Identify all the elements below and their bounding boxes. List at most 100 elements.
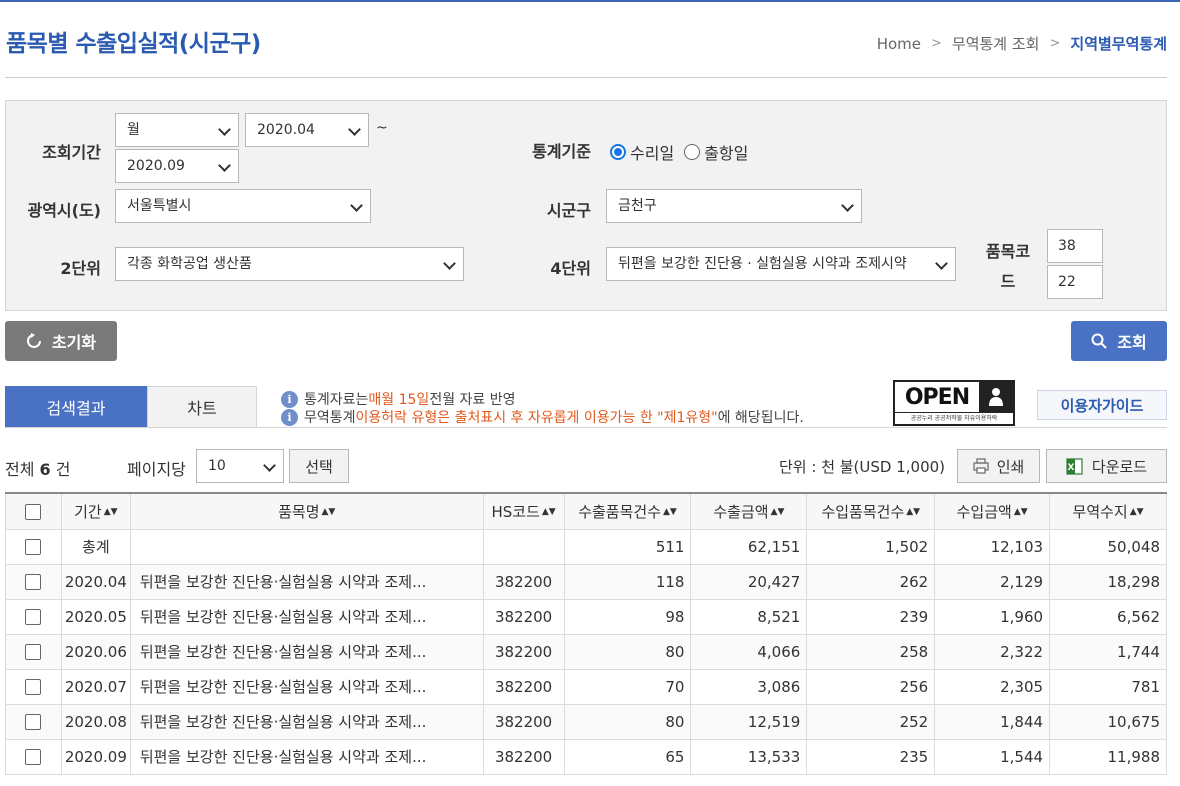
- table-cell[interactable]: 뒤편을 보강한 진단용·실험실용 시약과 조제...: [129, 703, 484, 740]
- select-button[interactable]: 선택: [289, 449, 349, 483]
- code-label: 품목코드: [985, 242, 1031, 291]
- table-cell: 12,103: [934, 528, 1051, 565]
- col-period[interactable]: 기간 ▲▼: [60, 492, 131, 530]
- user-guide-button[interactable]: 이용자가이드: [1037, 390, 1167, 420]
- breadcrumb-trade-stats[interactable]: 무역통계 조회: [952, 33, 1040, 54]
- info-icon: i: [281, 408, 298, 426]
- col-export-amount[interactable]: 수출금액 ▲▼: [690, 492, 808, 530]
- table-cell[interactable]: [129, 528, 484, 565]
- chevron-down-icon: [841, 199, 854, 212]
- row-checkbox[interactable]: [25, 609, 42, 625]
- breadcrumb-current[interactable]: 지역별무역통계: [1070, 33, 1167, 54]
- tab-divider: [5, 427, 1167, 428]
- district-select[interactable]: 금천구: [606, 189, 862, 223]
- notice-line-1: i 통계자료는 매월 15일 전월 자료 반영: [281, 389, 516, 409]
- sort-icon[interactable]: ▲▼: [542, 507, 556, 517]
- col-item-name[interactable]: 품목명 ▲▼: [129, 492, 484, 530]
- sort-icon[interactable]: ▲▼: [906, 507, 920, 517]
- sort-icon[interactable]: ▲▼: [1130, 507, 1144, 517]
- table-cell[interactable]: 뒤편을 보강한 진단용·실험실용 시약과 조제...: [129, 598, 484, 635]
- unit4-select[interactable]: 뒤편을 보강한 진단용 · 실험실용 시약과 조제시약: [606, 247, 956, 281]
- table-cell: 18,298: [1049, 563, 1167, 600]
- row-checkbox[interactable]: [25, 539, 42, 555]
- period-unit-select[interactable]: 월: [115, 113, 239, 147]
- table-cell[interactable]: 뒤편을 보강한 진단용·실험실용 시약과 조제...: [129, 668, 484, 705]
- table-row: 2020.08 뒤편을 보강한 진단용·실험실용 시약과 조제... 382200 8…: [5, 703, 1167, 740]
- sort-icon[interactable]: ▲▼: [322, 507, 336, 517]
- radio-repair-date-label[interactable]: 수리일: [630, 140, 674, 164]
- breadcrumb-home[interactable]: Home: [877, 35, 921, 53]
- search-button[interactable]: 조회: [1071, 321, 1167, 361]
- table-cell[interactable]: 뒤편을 보강한 진단용·실험실용 시약과 조제...: [129, 563, 484, 600]
- code-input-2[interactable]: 22: [1047, 265, 1103, 299]
- per-page-select[interactable]: 10: [196, 449, 284, 483]
- print-button[interactable]: 인쇄: [957, 449, 1040, 483]
- basis-label: 통계기준: [532, 142, 591, 161]
- svg-text:X: X: [1067, 463, 1074, 473]
- period-label: 조회기간: [42, 143, 101, 162]
- select-all-checkbox[interactable]: [25, 503, 42, 520]
- table-cell: 4,066: [690, 633, 808, 670]
- table-cell: 1,744: [1049, 633, 1167, 670]
- row-checkbox[interactable]: [25, 749, 42, 765]
- row-checkbox-cell: [5, 563, 62, 600]
- table-cell: 382200: [482, 703, 565, 740]
- radio-departure-date[interactable]: [684, 144, 701, 160]
- period-to-select[interactable]: 2020.09: [115, 149, 239, 183]
- table-cell: 239: [806, 598, 936, 635]
- table-cell: 80: [563, 703, 692, 740]
- table-cell: 118: [563, 563, 692, 600]
- table-cell: 70: [563, 668, 692, 705]
- row-checkbox-cell: [5, 633, 62, 670]
- reset-button[interactable]: 초기화: [5, 321, 117, 361]
- table-cell: 98: [563, 598, 692, 635]
- download-button[interactable]: X 다운로드: [1046, 449, 1167, 483]
- table-cell: 511: [563, 528, 692, 565]
- sort-icon[interactable]: ▲▼: [771, 507, 785, 517]
- col-trade-balance[interactable]: 무역수지 ▲▼: [1049, 492, 1167, 530]
- sort-icon[interactable]: ▲▼: [104, 507, 118, 517]
- row-checkbox[interactable]: [25, 574, 42, 590]
- table-header-row: 기간 ▲▼ 품목명 ▲▼ HS코드 ▲▼ 수출품목건수 ▲▼ 수출금액 ▲▼ 수입품목건수…: [5, 492, 1167, 530]
- col-export-count[interactable]: 수출품목건수 ▲▼: [563, 492, 692, 530]
- table-cell: 2020.09: [60, 738, 131, 775]
- table-cell: 총계: [60, 528, 131, 565]
- period-from-select[interactable]: 2020.04: [245, 113, 369, 147]
- table-row: 2020.05 뒤편을 보강한 진단용·실험실용 시약과 조제... 382200 9…: [5, 598, 1167, 635]
- printer-icon: [973, 458, 989, 474]
- table-cell: 256: [806, 668, 936, 705]
- radio-repair-date[interactable]: [610, 144, 626, 160]
- row-checkbox-cell: [5, 598, 62, 635]
- refresh-icon: [26, 333, 41, 348]
- row-checkbox[interactable]: [25, 714, 42, 730]
- sort-icon[interactable]: ▲▼: [1014, 507, 1028, 517]
- unit2-select[interactable]: 각종 화학공업 생산품: [115, 247, 464, 281]
- col-import-amount[interactable]: 수입금액 ▲▼: [934, 492, 1051, 530]
- row-checkbox-cell: [5, 738, 62, 775]
- tab-chart[interactable]: 차트: [147, 386, 257, 428]
- table-row: 2020.04 뒤편을 보강한 진단용·실험실용 시약과 조제... 382200 1…: [5, 563, 1167, 600]
- chevron-down-icon: [935, 257, 948, 270]
- chevron-down-icon: [348, 123, 361, 136]
- results-table: 기간 ▲▼ 품목명 ▲▼ HS코드 ▲▼ 수출품목건수 ▲▼ 수출금액 ▲▼ 수입품목건수…: [5, 492, 1167, 775]
- table-cell: 1,844: [934, 703, 1051, 740]
- table-cell: 382200: [482, 633, 565, 670]
- row-checkbox[interactable]: [25, 644, 42, 660]
- table-cell[interactable]: 뒤편을 보강한 진단용·실험실용 시약과 조제...: [129, 633, 484, 670]
- table-cell: 3,086: [690, 668, 808, 705]
- table-cell: 1,544: [934, 738, 1051, 775]
- table-cell: 781: [1049, 668, 1167, 705]
- code-input-1[interactable]: 38: [1047, 229, 1103, 263]
- table-cell: 2020.08: [60, 703, 131, 740]
- tab-search-results[interactable]: 검색결과: [5, 386, 147, 428]
- table-cell[interactable]: 뒤편을 보강한 진단용·실험실용 시약과 조제...: [129, 738, 484, 775]
- sort-icon[interactable]: ▲▼: [663, 507, 677, 517]
- table-cell: 80: [563, 633, 692, 670]
- district-label: 시군구: [546, 201, 591, 220]
- col-import-count[interactable]: 수입품목건수 ▲▼: [806, 492, 936, 530]
- city-select[interactable]: 서울특별시: [115, 189, 371, 223]
- col-hs-code[interactable]: HS코드 ▲▼: [482, 492, 565, 530]
- radio-departure-date-label[interactable]: 출항일: [704, 140, 748, 164]
- table-cell: 2020.07: [60, 668, 131, 705]
- row-checkbox[interactable]: [25, 679, 42, 695]
